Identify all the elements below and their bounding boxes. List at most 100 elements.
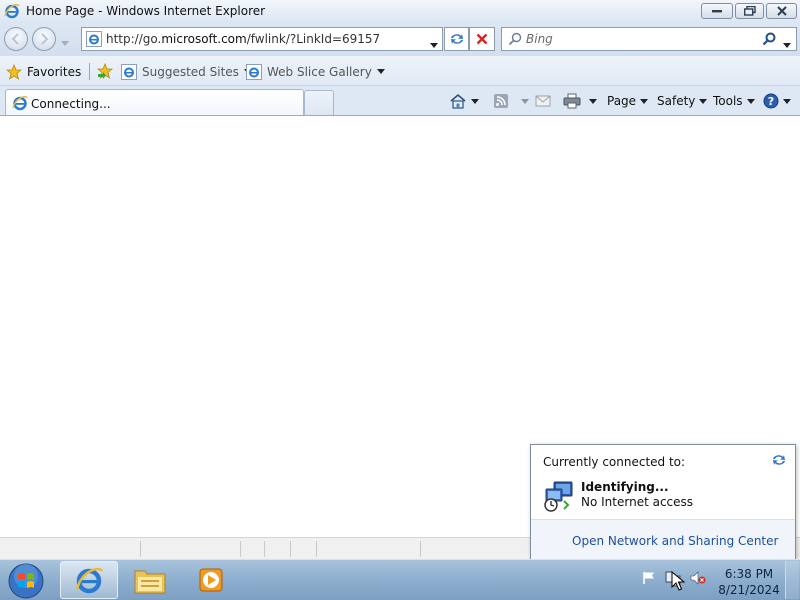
status-divider: [420, 541, 421, 557]
rss-feed-icon: [494, 94, 508, 108]
restore-icon: [743, 6, 756, 16]
address-dropdown[interactable]: [430, 37, 438, 51]
safety-menu-label: Safety: [657, 94, 696, 108]
clock-time: 6:38 PM: [724, 567, 774, 581]
forward-arrow-icon: [41, 33, 49, 45]
status-divider: [264, 541, 265, 557]
mail-icon: [535, 95, 551, 107]
flyout-footer: Open Network and Sharing Center: [531, 519, 795, 559]
taskbar-internet-explorer[interactable]: [60, 561, 118, 599]
address-url: http://go.microsoft.com/fwlink/?LinkId=6…: [106, 32, 380, 46]
url-domain: microsoft.com: [161, 32, 247, 46]
search-button[interactable]: [762, 32, 776, 49]
help-menu[interactable]: ?: [763, 92, 791, 110]
tab-bar: Connecting... Page Safety Tools ?: [0, 86, 800, 116]
page-menu-label: Page: [607, 94, 637, 108]
star-icon: [6, 63, 22, 80]
refresh-icon: [450, 34, 463, 44]
back-arrow-icon: [11, 33, 19, 45]
chevron-down-icon: [783, 98, 791, 104]
help-icon: ?: [763, 93, 779, 109]
windows-orb-icon: [8, 563, 44, 599]
close-button[interactable]: [766, 3, 797, 19]
status-divider: [290, 541, 291, 557]
start-button[interactable]: [6, 562, 46, 600]
chevron-down-icon: [521, 98, 529, 104]
refresh-icon: [773, 455, 785, 465]
chevron-down-icon: [376, 69, 385, 74]
feeds-button[interactable]: [493, 92, 529, 110]
refresh-networks-button[interactable]: [771, 453, 787, 470]
home-button[interactable]: [449, 92, 479, 110]
favorites-link-web-slice-gallery[interactable]: Web Slice Gallery: [246, 62, 385, 81]
clock-date: 8/21/2024: [718, 583, 780, 597]
taskbar-media-player[interactable]: [182, 561, 240, 599]
favorites-bar: Favorites Suggested Sites Web Slice Gall…: [0, 56, 800, 86]
page-ie-icon: [86, 31, 102, 47]
system-clock[interactable]: 6:38 PM 8/21/2024: [718, 566, 780, 598]
tab-connecting[interactable]: Connecting...: [5, 89, 304, 115]
search-options-dropdown[interactable]: [783, 37, 791, 51]
title-bar: Home Page - Windows Internet Explorer: [0, 0, 800, 23]
media-player-icon: [199, 568, 223, 592]
chevron-down-icon: [589, 98, 597, 104]
minimize-button[interactable]: [701, 3, 733, 19]
refresh-button[interactable]: [444, 27, 469, 51]
volume-muted-icon[interactable]: [690, 571, 706, 588]
new-tab-button[interactable]: [304, 90, 334, 115]
stop-button[interactable]: [469, 27, 495, 51]
favorites-button[interactable]: Favorites: [6, 62, 81, 81]
svg-text:?: ?: [768, 95, 774, 108]
print-button[interactable]: [563, 92, 597, 110]
favorites-link-suggested-sites[interactable]: Suggested Sites: [121, 62, 252, 81]
chevron-down-icon: [61, 41, 69, 46]
safety-menu[interactable]: Safety: [657, 92, 708, 110]
folder-icon: [134, 570, 166, 594]
taskbar-windows-explorer[interactable]: [121, 561, 179, 599]
chevron-down-icon: [430, 43, 438, 48]
show-desktop-button[interactable]: [785, 561, 799, 599]
search-input[interactable]: [526, 30, 756, 48]
printer-icon: [563, 93, 581, 109]
navigation-bar: http://go.microsoft.com/fwlink/?LinkId=6…: [0, 23, 800, 56]
ie-icon: [75, 567, 104, 594]
address-bar[interactable]: http://go.microsoft.com/fwlink/?LinkId=6…: [81, 27, 443, 51]
ie-icon: [12, 95, 28, 111]
window-title: Home Page - Windows Internet Explorer: [26, 4, 266, 18]
url-path: /fwlink/?LinkId=69157: [246, 32, 381, 46]
recent-pages-dropdown[interactable]: [61, 35, 69, 49]
favorites-link-label: Web Slice Gallery: [267, 64, 372, 79]
minimize-icon: [712, 10, 722, 13]
search-box[interactable]: [501, 27, 797, 51]
network-name: Identifying...: [581, 480, 669, 494]
search-icon: [762, 32, 776, 46]
page-ie-icon: [121, 63, 137, 80]
tab-label: Connecting...: [31, 97, 111, 111]
separator: [89, 63, 90, 80]
back-button[interactable]: [4, 27, 28, 51]
chevron-down-icon: [471, 98, 479, 104]
network-status: No Internet access: [581, 495, 694, 509]
tools-menu[interactable]: Tools: [713, 92, 755, 110]
read-mail-button[interactable]: [535, 92, 551, 110]
favorites-link-label: Suggested Sites: [142, 64, 239, 79]
ie-icon: [4, 3, 20, 19]
status-divider: [240, 541, 241, 557]
forward-button[interactable]: [32, 27, 56, 51]
chevron-down-icon: [746, 98, 755, 104]
add-favorite-icon: [96, 62, 114, 79]
open-network-sharing-center-link[interactable]: Open Network and Sharing Center: [572, 534, 778, 548]
url-prefix: http://go.: [106, 32, 162, 46]
search-provider-icon: [508, 32, 522, 49]
close-icon: [776, 6, 787, 16]
status-divider: [316, 541, 317, 557]
flyout-header: Currently connected to:: [543, 455, 686, 469]
home-icon: [450, 93, 466, 109]
maximize-button[interactable]: [735, 3, 764, 19]
page-menu[interactable]: Page: [607, 92, 649, 110]
network-identifying-icon: [542, 479, 576, 513]
add-to-favorites-bar-button[interactable]: [96, 62, 114, 82]
tools-menu-label: Tools: [713, 94, 743, 108]
favorites-label: Favorites: [27, 64, 82, 79]
action-center-flag-icon[interactable]: [642, 571, 656, 588]
